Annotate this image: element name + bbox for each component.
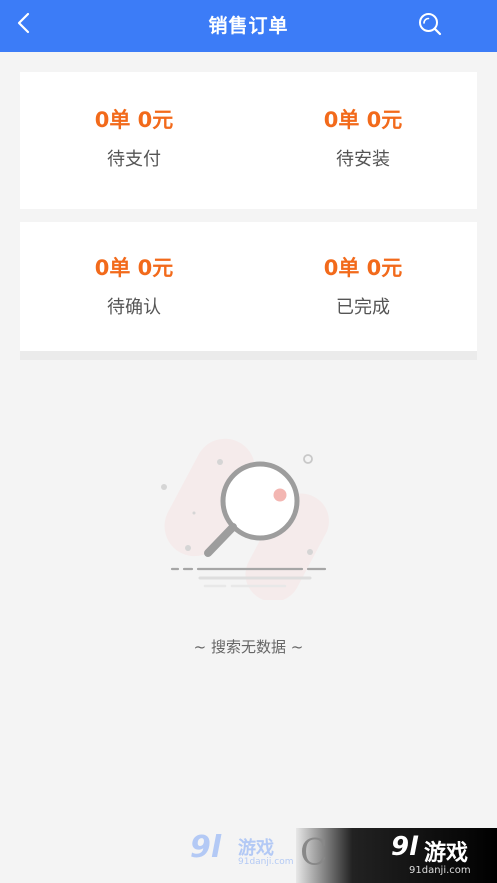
watermark-url: 91danji.com — [238, 857, 294, 867]
top-nav-bar: 销售订单 — [0, 0, 497, 52]
summary-card-pay-install: 0单 0元 待支付 0单 0元 待安装 — [20, 72, 477, 209]
empty-state-text: ~ 搜索无数据 ~ — [193, 638, 304, 656]
stat-value: 0单 0元 — [323, 256, 403, 280]
watermark-name: 游戏 — [424, 841, 469, 866]
card-bottom-shadow — [20, 351, 477, 360]
watermark-url: 91danji.com — [409, 865, 471, 876]
stat-value: 0单 0元 — [323, 108, 403, 132]
watermark-letter: C — [300, 833, 328, 874]
watermark-logo-left[interactable]: 9l 游戏 91danji.com — [190, 830, 295, 872]
stat-label: 待确认 — [107, 297, 161, 318]
stat-value: 0单 0元 — [94, 108, 174, 132]
stat-label: 待支付 — [107, 149, 161, 170]
stat-pending-confirm[interactable]: 0单 0元 待确认 — [20, 253, 248, 321]
watermark-logo-right[interactable]: C 9l 游戏 91danji.com — [296, 828, 497, 883]
stat-pending-install[interactable]: 0单 0元 待安装 — [249, 105, 477, 173]
stat-label: 已完成 — [336, 297, 390, 318]
magnifier-illustration — [161, 438, 329, 600]
watermark-mark: 9l — [391, 832, 419, 862]
summary-card-confirm-done: 0单 0元 待确认 0单 0元 已完成 — [20, 222, 477, 351]
stat-pending-payment[interactable]: 0单 0元 待支付 — [20, 105, 248, 173]
stat-label: 待安装 — [336, 149, 390, 170]
search-icon[interactable] — [417, 11, 443, 37]
watermark-mark: 9l — [190, 830, 222, 865]
stat-completed[interactable]: 0单 0元 已完成 — [249, 253, 477, 321]
stat-value: 0单 0元 — [94, 256, 174, 280]
